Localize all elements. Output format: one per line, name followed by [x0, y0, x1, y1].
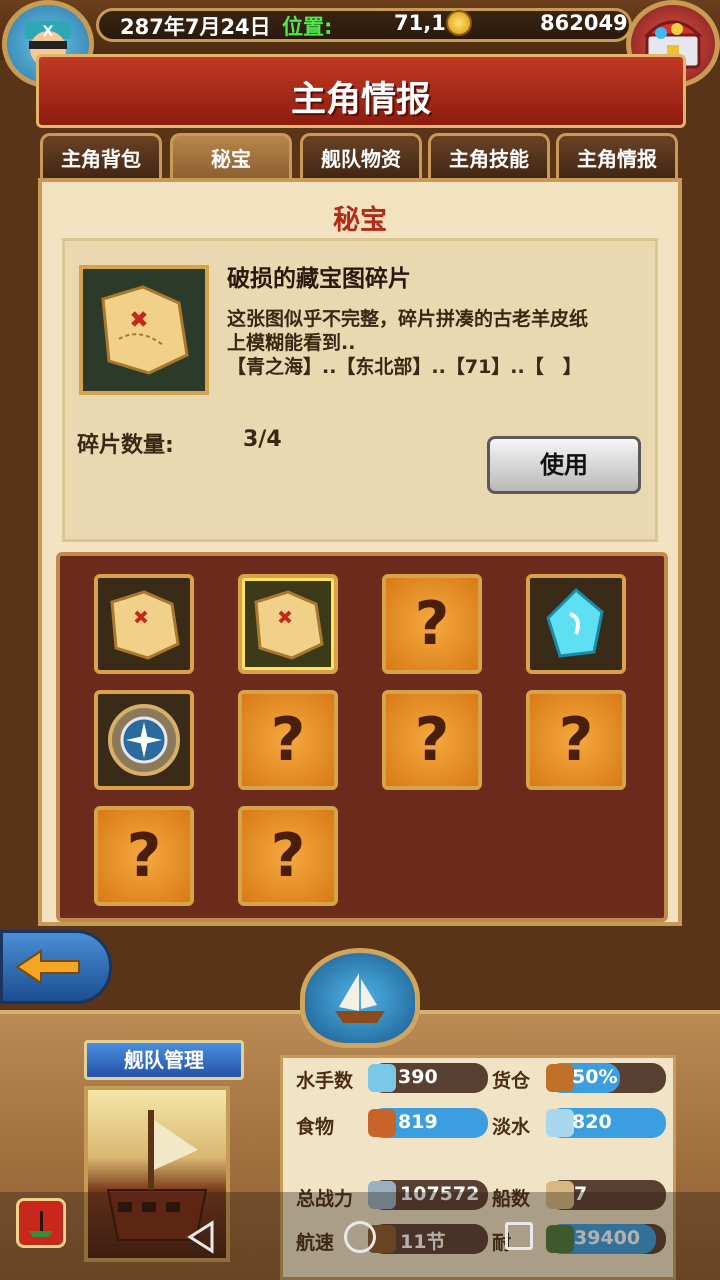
tab-treasure[interactable]: 秘宝 [170, 133, 292, 181]
fragment-count-value: 3/4 [243, 427, 282, 452]
treasure-panel: 秘宝 破损的藏宝图碎片 这张图似乎不完整，碎片拼凑的古老羊皮纸 上模糊能看到..… [38, 178, 682, 926]
item-image [79, 265, 209, 395]
tab-fleet-supplies[interactable]: 舰队物资 [300, 133, 422, 181]
item-desc-line: 上模糊能看到.. [227, 332, 356, 354]
title-banner: 主角情报 [36, 54, 686, 128]
ship-hub[interactable] [300, 948, 420, 1048]
stat-cargo-label: 货仓 [492, 1070, 531, 1092]
page-title: 主角情报 [290, 80, 431, 120]
treasure-slot[interactable] [94, 574, 194, 674]
treasure-slot-selected[interactable] [238, 574, 338, 674]
compass-icon [108, 704, 180, 776]
item-detail: 破损的藏宝图碎片 这张图似乎不完整，碎片拼凑的古老羊皮纸 上模糊能看到.. 【青… [62, 238, 658, 542]
stat-cargo-value: 50% [572, 1066, 618, 1088]
question-mark-icon: ? [558, 705, 594, 775]
crystal-icon [546, 587, 604, 658]
fleet-management-tag[interactable]: 舰队管理 [84, 1040, 244, 1080]
nav-home-button[interactable] [344, 1221, 376, 1253]
tab-hero-intel[interactable]: 主角情报 [556, 133, 678, 181]
sailor-icon [368, 1064, 396, 1092]
item-description: 这张图似乎不完整，碎片拼凑的古老羊皮纸 上模糊能看到.. 【青之海】..【东北部… [227, 307, 653, 379]
question-mark-icon: ? [270, 705, 306, 775]
game-date: 287年7月24日 [120, 15, 271, 39]
stat-water-value: 820 [572, 1111, 612, 1133]
crate-icon [546, 1064, 574, 1092]
gold-amount: 862049 [540, 11, 628, 35]
flag-button[interactable] [16, 1198, 66, 1248]
fragment-count-label: 碎片数量: [77, 433, 174, 458]
svg-text:X: X [43, 24, 54, 40]
question-mark-icon: ? [270, 821, 306, 891]
use-button[interactable]: 使用 [487, 436, 641, 494]
question-mark-icon: ? [414, 705, 450, 775]
water-jug-icon [546, 1109, 574, 1137]
tab-hero-skills[interactable]: 主角技能 [428, 133, 550, 181]
unknown-slot[interactable]: ? [238, 806, 338, 906]
treasure-map-icon [101, 285, 189, 375]
treasure-grid: ? ? ? ? ? ? [56, 552, 668, 922]
treasure-slot[interactable] [526, 574, 626, 674]
unknown-slot[interactable]: ? [94, 806, 194, 906]
position-value: 71,1 [394, 11, 446, 35]
item-name: 破损的藏宝图碎片 [227, 266, 411, 292]
unknown-slot[interactable]: ? [526, 690, 626, 790]
back-button[interactable] [0, 930, 112, 1004]
question-mark-icon: ? [414, 589, 450, 659]
meat-icon [368, 1109, 396, 1137]
coin-icon [446, 10, 472, 36]
item-desc-line: 【青之海】..【东北部】..【71】..【 】 [227, 356, 582, 378]
position-label: 位置: [282, 15, 333, 39]
section-title: 秘宝 [333, 205, 387, 236]
triangle-back-icon [187, 1220, 214, 1254]
treasure-map-icon [254, 590, 324, 660]
tab-hero-bag[interactable]: 主角背包 [40, 133, 162, 181]
treasure-map-icon [110, 590, 180, 660]
unknown-slot[interactable]: ? [382, 690, 482, 790]
nav-recents-button[interactable] [505, 1222, 533, 1250]
nav-back-button[interactable] [186, 1220, 216, 1258]
stat-sailors-value: 390 [398, 1066, 438, 1088]
item-desc-line: 这张图似乎不完整，碎片拼凑的古老羊皮纸 [227, 308, 589, 330]
treasure-slot[interactable] [94, 690, 194, 790]
ship-icon [335, 973, 385, 1023]
question-mark-icon: ? [126, 821, 162, 891]
stat-food-label: 食物 [296, 1116, 335, 1138]
unknown-slot[interactable]: ? [238, 690, 338, 790]
stat-food-value: 819 [398, 1111, 438, 1133]
arrow-left-icon [15, 949, 80, 985]
stat-sailors-label: 水手数 [296, 1070, 354, 1092]
unknown-slot[interactable]: ? [382, 574, 482, 674]
ship-flag-icon [29, 1211, 53, 1237]
stat-water-label: 淡水 [492, 1116, 531, 1138]
